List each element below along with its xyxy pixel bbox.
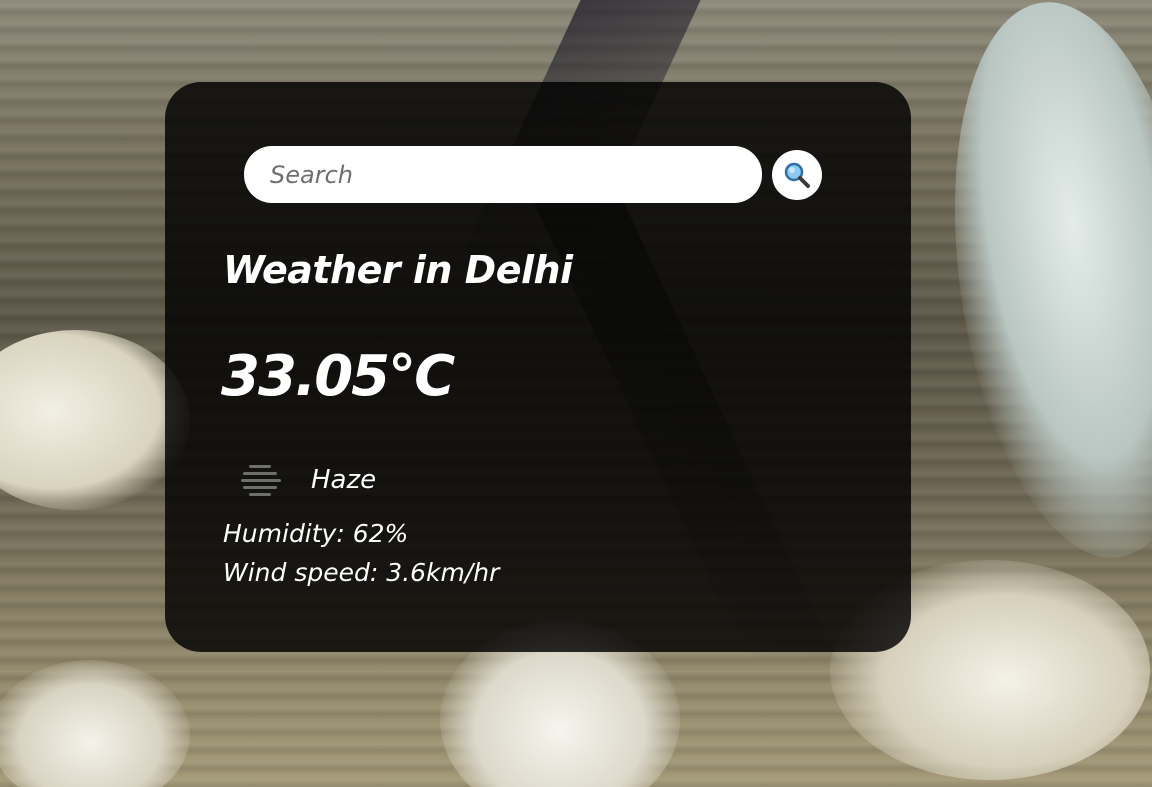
gull-left xyxy=(0,330,190,510)
temperature: 33.05°C xyxy=(221,344,455,409)
search-bar xyxy=(244,146,822,203)
condition-row: Haze xyxy=(239,460,376,500)
gull-top-right xyxy=(922,0,1152,574)
city-title: Weather in Delhi xyxy=(223,248,573,292)
gull-bottom-left xyxy=(0,660,190,787)
magnifier-icon xyxy=(784,162,810,188)
humidity: Humidity: 62% xyxy=(223,519,409,548)
weather-card: Weather in Delhi 33.05°C Haze Humidity: … xyxy=(165,82,911,652)
condition-description: Haze xyxy=(311,465,377,495)
wind-speed: Wind speed: 3.6km/hr xyxy=(223,558,500,587)
search-input[interactable] xyxy=(244,146,762,203)
haze-icon xyxy=(239,460,283,500)
search-button[interactable] xyxy=(772,149,822,200)
